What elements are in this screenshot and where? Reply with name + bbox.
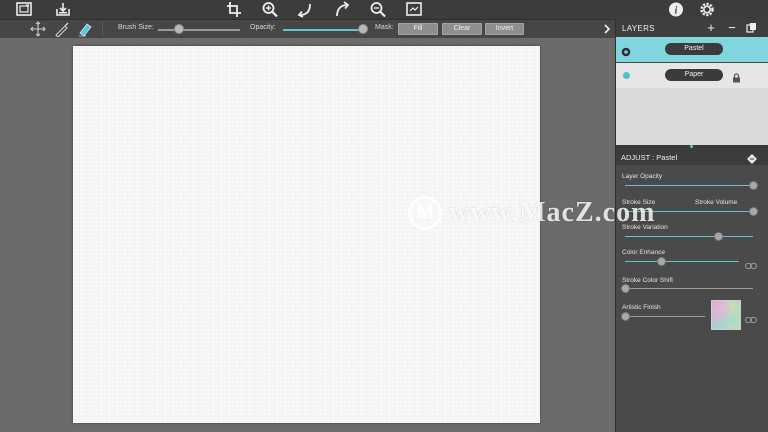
brush-tool-icon[interactable] [54, 21, 70, 37]
adjust-title: ADJUST : Pastel [621, 153, 678, 162]
top-toolbar: i [0, 0, 768, 19]
move-tool-icon[interactable] [30, 21, 46, 37]
info-icon[interactable]: i [667, 1, 685, 18]
eraser-tool-icon[interactable] [77, 21, 93, 37]
opacity-track[interactable] [283, 29, 363, 31]
stroke-variation-knob[interactable] [713, 232, 723, 241]
layer-name-pastel[interactable]: Pastel [665, 43, 723, 55]
crop-icon[interactable] [225, 1, 243, 18]
add-layer-icon[interactable]: + [704, 21, 718, 35]
mask-invert-button[interactable]: Invert [485, 23, 524, 35]
stroke-volume-track[interactable] [625, 211, 753, 212]
stroke-color-shift-track[interactable] [625, 288, 753, 289]
remove-layer-icon[interactable]: − [725, 21, 739, 35]
mask-clear-button[interactable]: Clear [442, 23, 482, 35]
stroke-volume-knob[interactable] [748, 207, 758, 216]
opacity-knob[interactable] [358, 24, 368, 34]
new-canvas-icon[interactable] [15, 1, 33, 18]
layers-title: LAYERS [622, 24, 655, 33]
stroke-size-label: Stroke Size [622, 199, 656, 206]
brush-size-label: Brush Size: [118, 24, 154, 31]
save-icon[interactable] [54, 1, 72, 18]
fit-screen-icon[interactable] [405, 1, 423, 18]
color-enhance-link-icon[interactable] [745, 257, 757, 269]
lock-icon[interactable] [732, 70, 741, 83]
stroke-volume-label: Stroke Volume [695, 199, 738, 206]
collapse-panel-chevron-icon[interactable] [599, 21, 611, 37]
stroke-variation-label: Stroke Variation [622, 224, 668, 231]
color-enhance-knob[interactable] [656, 257, 666, 266]
redo-icon[interactable] [333, 1, 351, 18]
artistic-finish-link-icon[interactable] [745, 311, 757, 323]
color-enhance-track[interactable] [625, 261, 739, 262]
brush-size-track[interactable] [158, 29, 240, 31]
color-enhance-label: Color Enhance [622, 249, 665, 256]
stroke-variation-track[interactable] [625, 236, 753, 237]
brush-size-knob[interactable] [174, 24, 185, 34]
adjust-header: ADJUST : Pastel [616, 148, 768, 165]
toolbar-divider [102, 22, 103, 37]
right-panel: LAYERS + − Pastel Paper ADJUST : Pastel … [615, 19, 768, 432]
layers-header: LAYERS + − [616, 19, 768, 37]
reset-adjustments-icon[interactable] [747, 151, 757, 164]
svg-text:i: i [675, 6, 678, 17]
artistic-finish-label: Artistic Finish [622, 304, 661, 311]
duplicate-layer-icon[interactable] [744, 21, 758, 35]
undo-icon[interactable] [296, 1, 314, 18]
brush-toolbar: Brush Size: Opacity: Mask: Fill Clear In… [0, 19, 615, 38]
eye-visibility-icon[interactable] [621, 44, 631, 57]
layer-opacity-knob[interactable] [748, 181, 758, 190]
opacity-label: Opacity: [250, 24, 276, 31]
layers-list-empty-area [616, 88, 768, 145]
layer-opacity-label: Layer Opacity [622, 173, 663, 180]
artistic-finish-knob[interactable] [620, 312, 630, 321]
artistic-finish-track[interactable] [625, 316, 705, 317]
layer-visibility-dot-icon[interactable] [623, 72, 630, 79]
artistic-finish-preview-thumbnail[interactable] [711, 300, 741, 330]
layer-opacity-track[interactable] [625, 185, 753, 186]
layer-name-paper[interactable]: Paper [665, 69, 723, 81]
mask-label: Mask: [375, 24, 394, 31]
layer-row-pastel[interactable]: Pastel [616, 37, 768, 62]
zoom-out-icon[interactable] [369, 1, 387, 18]
paper-canvas[interactable] [73, 46, 540, 423]
workspace [0, 38, 615, 432]
layer-row-paper[interactable]: Paper [616, 63, 768, 88]
mask-fill-button[interactable]: Fill [398, 23, 438, 35]
stroke-color-shift-knob[interactable] [620, 284, 630, 293]
stroke-color-shift-label: Stroke Color Shift [622, 277, 673, 284]
zoom-in-icon[interactable] [261, 1, 279, 18]
settings-icon[interactable] [698, 1, 716, 18]
